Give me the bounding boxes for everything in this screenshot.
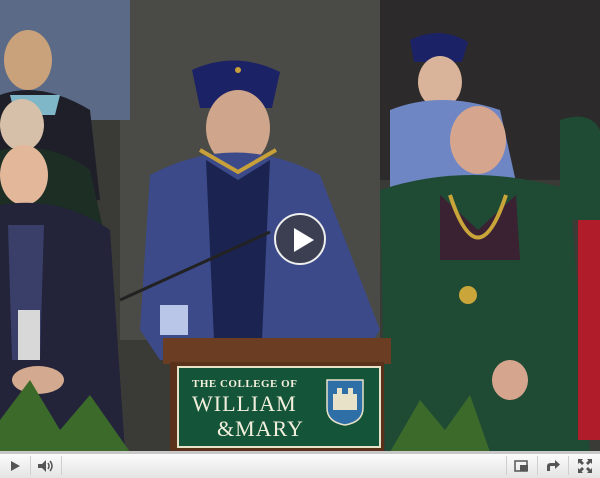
college-crest-icon bbox=[326, 379, 364, 426]
podium-sign: THE COLLEGE OF WILLIAM &MARY bbox=[177, 366, 381, 448]
share-button[interactable] bbox=[538, 453, 568, 478]
sign-william-label: WILLIAM bbox=[192, 391, 297, 416]
share-icon bbox=[547, 459, 560, 471]
video-frame[interactable]: THE COLLEGE OF WILLIAM &MARY bbox=[0, 0, 600, 452]
volume-icon bbox=[38, 459, 53, 472]
fullscreen-icon bbox=[577, 458, 592, 473]
play-icon bbox=[294, 228, 314, 252]
sign-college-label: THE COLLEGE OF bbox=[192, 378, 298, 390]
volume-button[interactable] bbox=[31, 453, 61, 478]
separator bbox=[61, 456, 62, 475]
fullscreen-button[interactable] bbox=[569, 453, 600, 478]
sign-mary-label: &MARY bbox=[217, 416, 304, 441]
popout-button[interactable] bbox=[507, 453, 537, 478]
video-player: THE COLLEGE OF WILLIAM &MARY bbox=[0, 0, 600, 478]
play-overlay-button[interactable] bbox=[274, 213, 326, 265]
play-button[interactable] bbox=[0, 453, 30, 478]
play-icon bbox=[11, 460, 20, 471]
control-bar bbox=[0, 451, 600, 478]
popout-icon bbox=[514, 459, 528, 472]
